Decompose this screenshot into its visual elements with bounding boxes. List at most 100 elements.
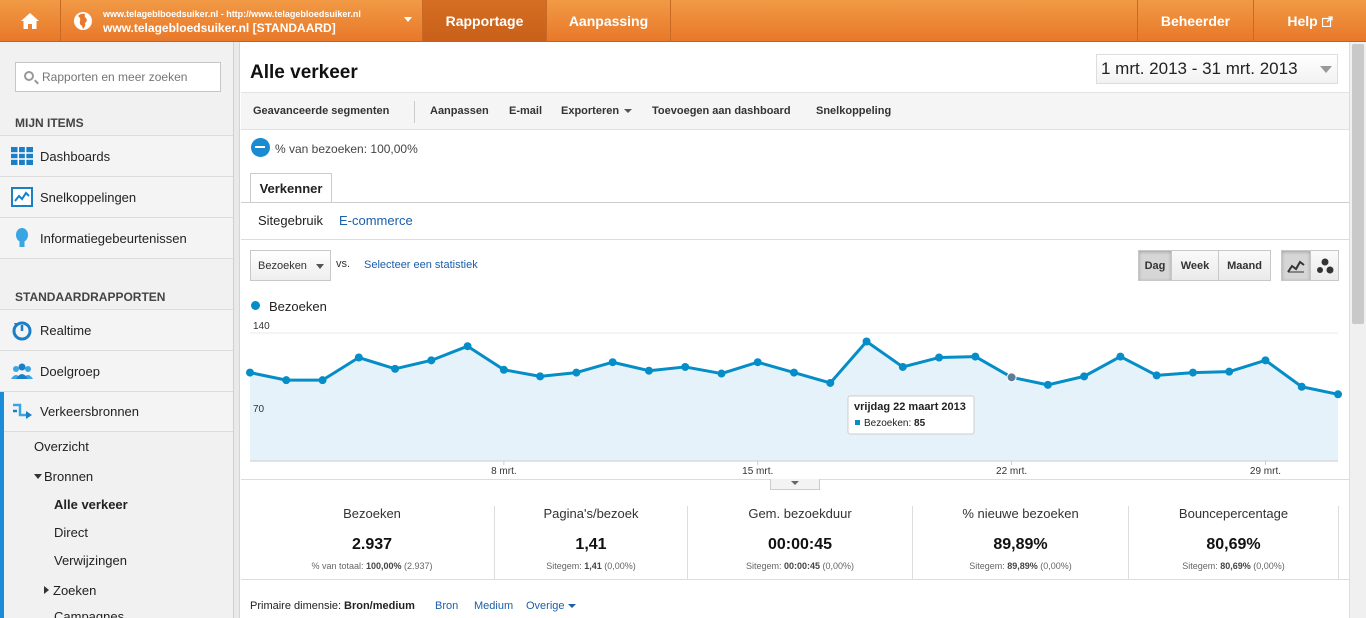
sidebar-item-verkeersbronnen[interactable]: Verkeersbronnen: [0, 391, 233, 432]
tab-aanpassing[interactable]: Aanpassing: [547, 0, 671, 42]
vertical-scrollbar[interactable]: [1349, 42, 1366, 618]
tab-verkenner[interactable]: Verkenner: [250, 173, 332, 203]
sidebar-subitem-label: Zoeken: [53, 583, 97, 598]
stat-sub-extra: (0,00%): [822, 561, 855, 571]
sidebar-subitem-overzicht[interactable]: Overzicht: [34, 439, 89, 454]
data-point: [427, 356, 436, 365]
stat-paginas-per-bezoek: Pagina's/bezoek 1,41 Sitegem: 1,41 (0,00…: [495, 506, 688, 580]
shortcut-button[interactable]: Snelkoppeling: [816, 105, 891, 117]
data-point: [1261, 356, 1270, 365]
date-range-picker[interactable]: 1 mrt. 2013 - 31 mrt. 2013: [1096, 54, 1338, 84]
add-to-dashboard-button[interactable]: Toevoegen aan dashboard: [652, 105, 791, 117]
customize-button[interactable]: Aanpassen: [430, 105, 489, 117]
dimension-option-medium[interactable]: Medium: [474, 600, 513, 612]
bubble-chart-icon: [1316, 258, 1333, 273]
stat-sub-extra: (0,00%): [1253, 561, 1285, 571]
period-month-button[interactable]: Maand: [1219, 251, 1270, 280]
audience-people-icon: [11, 363, 33, 379]
data-point: [790, 368, 798, 377]
external-link-icon: [1321, 15, 1333, 27]
data-point: [717, 369, 726, 378]
lightbulb-icon: [16, 228, 28, 247]
sidebar-subitem-alle-verkeer[interactable]: Alle verkeer: [54, 497, 128, 512]
chevron-down-icon: [316, 264, 324, 269]
data-point: [391, 364, 400, 373]
x-tick-label: 29 mrt.: [1250, 466, 1281, 477]
data-point: [499, 365, 508, 374]
account-profile: www.telagebloedsuiker.nl [STANDAARD]: [103, 21, 336, 35]
data-point: [1152, 371, 1161, 380]
stats-divider: [241, 579, 1349, 580]
period-day-button[interactable]: Dag: [1139, 251, 1172, 280]
chevron-down-icon: [624, 109, 633, 113]
data-point: [354, 353, 363, 362]
stat-sub-label: % van totaal:: [311, 561, 364, 571]
advanced-segments-button[interactable]: Geavanceerde segmenten: [253, 105, 389, 117]
dimension-option-bron[interactable]: Bron: [435, 600, 458, 612]
stat-gem-bezoekduur: Gem. bezoekduur 00:00:45 Sitegem: 00:00:…: [688, 506, 913, 580]
sidebar-item-label: Verkeersbronnen: [40, 404, 140, 419]
dimension-option-overige[interactable]: Overige: [526, 600, 576, 612]
stat-label: Gem. bezoekduur: [748, 506, 852, 521]
sidebar-splitter[interactable]: [234, 42, 240, 618]
subtab-sitegebruik[interactable]: Sitegebruik: [258, 213, 323, 228]
stat-label: Bezoeken: [343, 506, 401, 521]
dashboard-grid-icon: [11, 147, 33, 165]
scrollbar-thumb[interactable]: [1352, 44, 1364, 324]
period-week-button[interactable]: Week: [1172, 251, 1219, 280]
data-point: [608, 358, 617, 367]
sidebar-item-dashboards[interactable]: Dashboards: [0, 135, 233, 176]
toolbar-divider: [414, 101, 415, 123]
primary-dimension-label: Primaire dimensie:: [250, 600, 342, 612]
report-search-box[interactable]: [15, 62, 221, 92]
metric-dropdown[interactable]: Bezoeken: [250, 250, 331, 281]
globe-icon: [74, 12, 92, 30]
data-point: [572, 368, 581, 377]
sidebar-item-realtime[interactable]: Realtime: [0, 309, 233, 350]
visits-area-chart[interactable]: 140 70 8 mrt. 15 mrt. 22 mrt. 29 mrt. vrijdag …: [241, 317, 1349, 487]
realtime-clock-icon: [12, 321, 32, 341]
sidebar-subitem-zoeken[interactable]: Zoeken: [44, 583, 96, 598]
report-toolbar: Geavanceerde segmenten Aanpassen E-mail …: [241, 92, 1349, 130]
segment-pie-icon[interactable]: [251, 138, 270, 157]
sidebar-item-snelkoppelingen[interactable]: Snelkoppelingen: [0, 176, 233, 217]
sidebar-subitem-campagnes[interactable]: Campagnes: [54, 609, 124, 618]
subtab-ecommerce[interactable]: E-commerce: [339, 213, 413, 228]
legend-swatch: [251, 301, 260, 310]
data-point: [1043, 380, 1052, 389]
tab-help[interactable]: Help: [1254, 0, 1366, 42]
main-content: Alle verkeer 1 mrt. 2013 - 31 mrt. 2013 …: [241, 42, 1349, 618]
home-button[interactable]: [0, 0, 61, 42]
page-title: Alle verkeer: [250, 62, 358, 83]
data-point: [898, 362, 907, 371]
sidebar-item-informatiegebeurtenissen[interactable]: Informatiegebeurtenissen: [0, 217, 233, 258]
triangle-down-icon: [34, 474, 42, 479]
section-title-standaardrapporten: STANDAARDRAPPORTEN: [15, 290, 166, 304]
data-point: [935, 353, 944, 362]
data-point: [681, 362, 690, 371]
search-input[interactable]: [42, 69, 212, 85]
sidebar-item-label: Snelkoppelingen: [40, 189, 137, 205]
stat-value: 00:00:45: [767, 536, 833, 553]
export-button[interactable]: Exporteren: [561, 105, 633, 117]
collapse-chart-toggle[interactable]: [770, 479, 820, 490]
stat-value: 80,69%: [1206, 536, 1261, 553]
tab-beheerder[interactable]: Beheerder: [1137, 0, 1254, 42]
sidebar-subitem-direct[interactable]: Direct: [54, 525, 88, 540]
stat-sub-value: 1,41: [584, 561, 602, 571]
data-point: [753, 358, 762, 367]
chevron-down-icon: [404, 17, 412, 22]
email-button[interactable]: E-mail: [509, 105, 542, 117]
tooltip-swatch: [855, 420, 860, 425]
motion-chart-button[interactable]: [1311, 251, 1338, 280]
sidebar-subitem-verwijzingen[interactable]: Verwijzingen: [54, 553, 127, 568]
sidebar-item-doelgroep[interactable]: Doelgroep: [0, 350, 233, 391]
select-metric-link[interactable]: Selecteer een statistiek: [364, 259, 478, 271]
account-selector[interactable]: www.telageblboedsuiker.nl - http://www.t…: [61, 0, 423, 42]
line-chart-button[interactable]: [1282, 251, 1311, 280]
stat-sub-label: Sitegem:: [546, 561, 582, 571]
stat-subline: % van totaal: 100,00% (2.937): [250, 561, 494, 571]
account-url: www.telageblboedsuiker.nl - http://www.t…: [103, 9, 361, 19]
tab-rapportage[interactable]: Rapportage: [423, 0, 547, 42]
sidebar-subitem-bronnen[interactable]: Bronnen: [34, 469, 93, 484]
